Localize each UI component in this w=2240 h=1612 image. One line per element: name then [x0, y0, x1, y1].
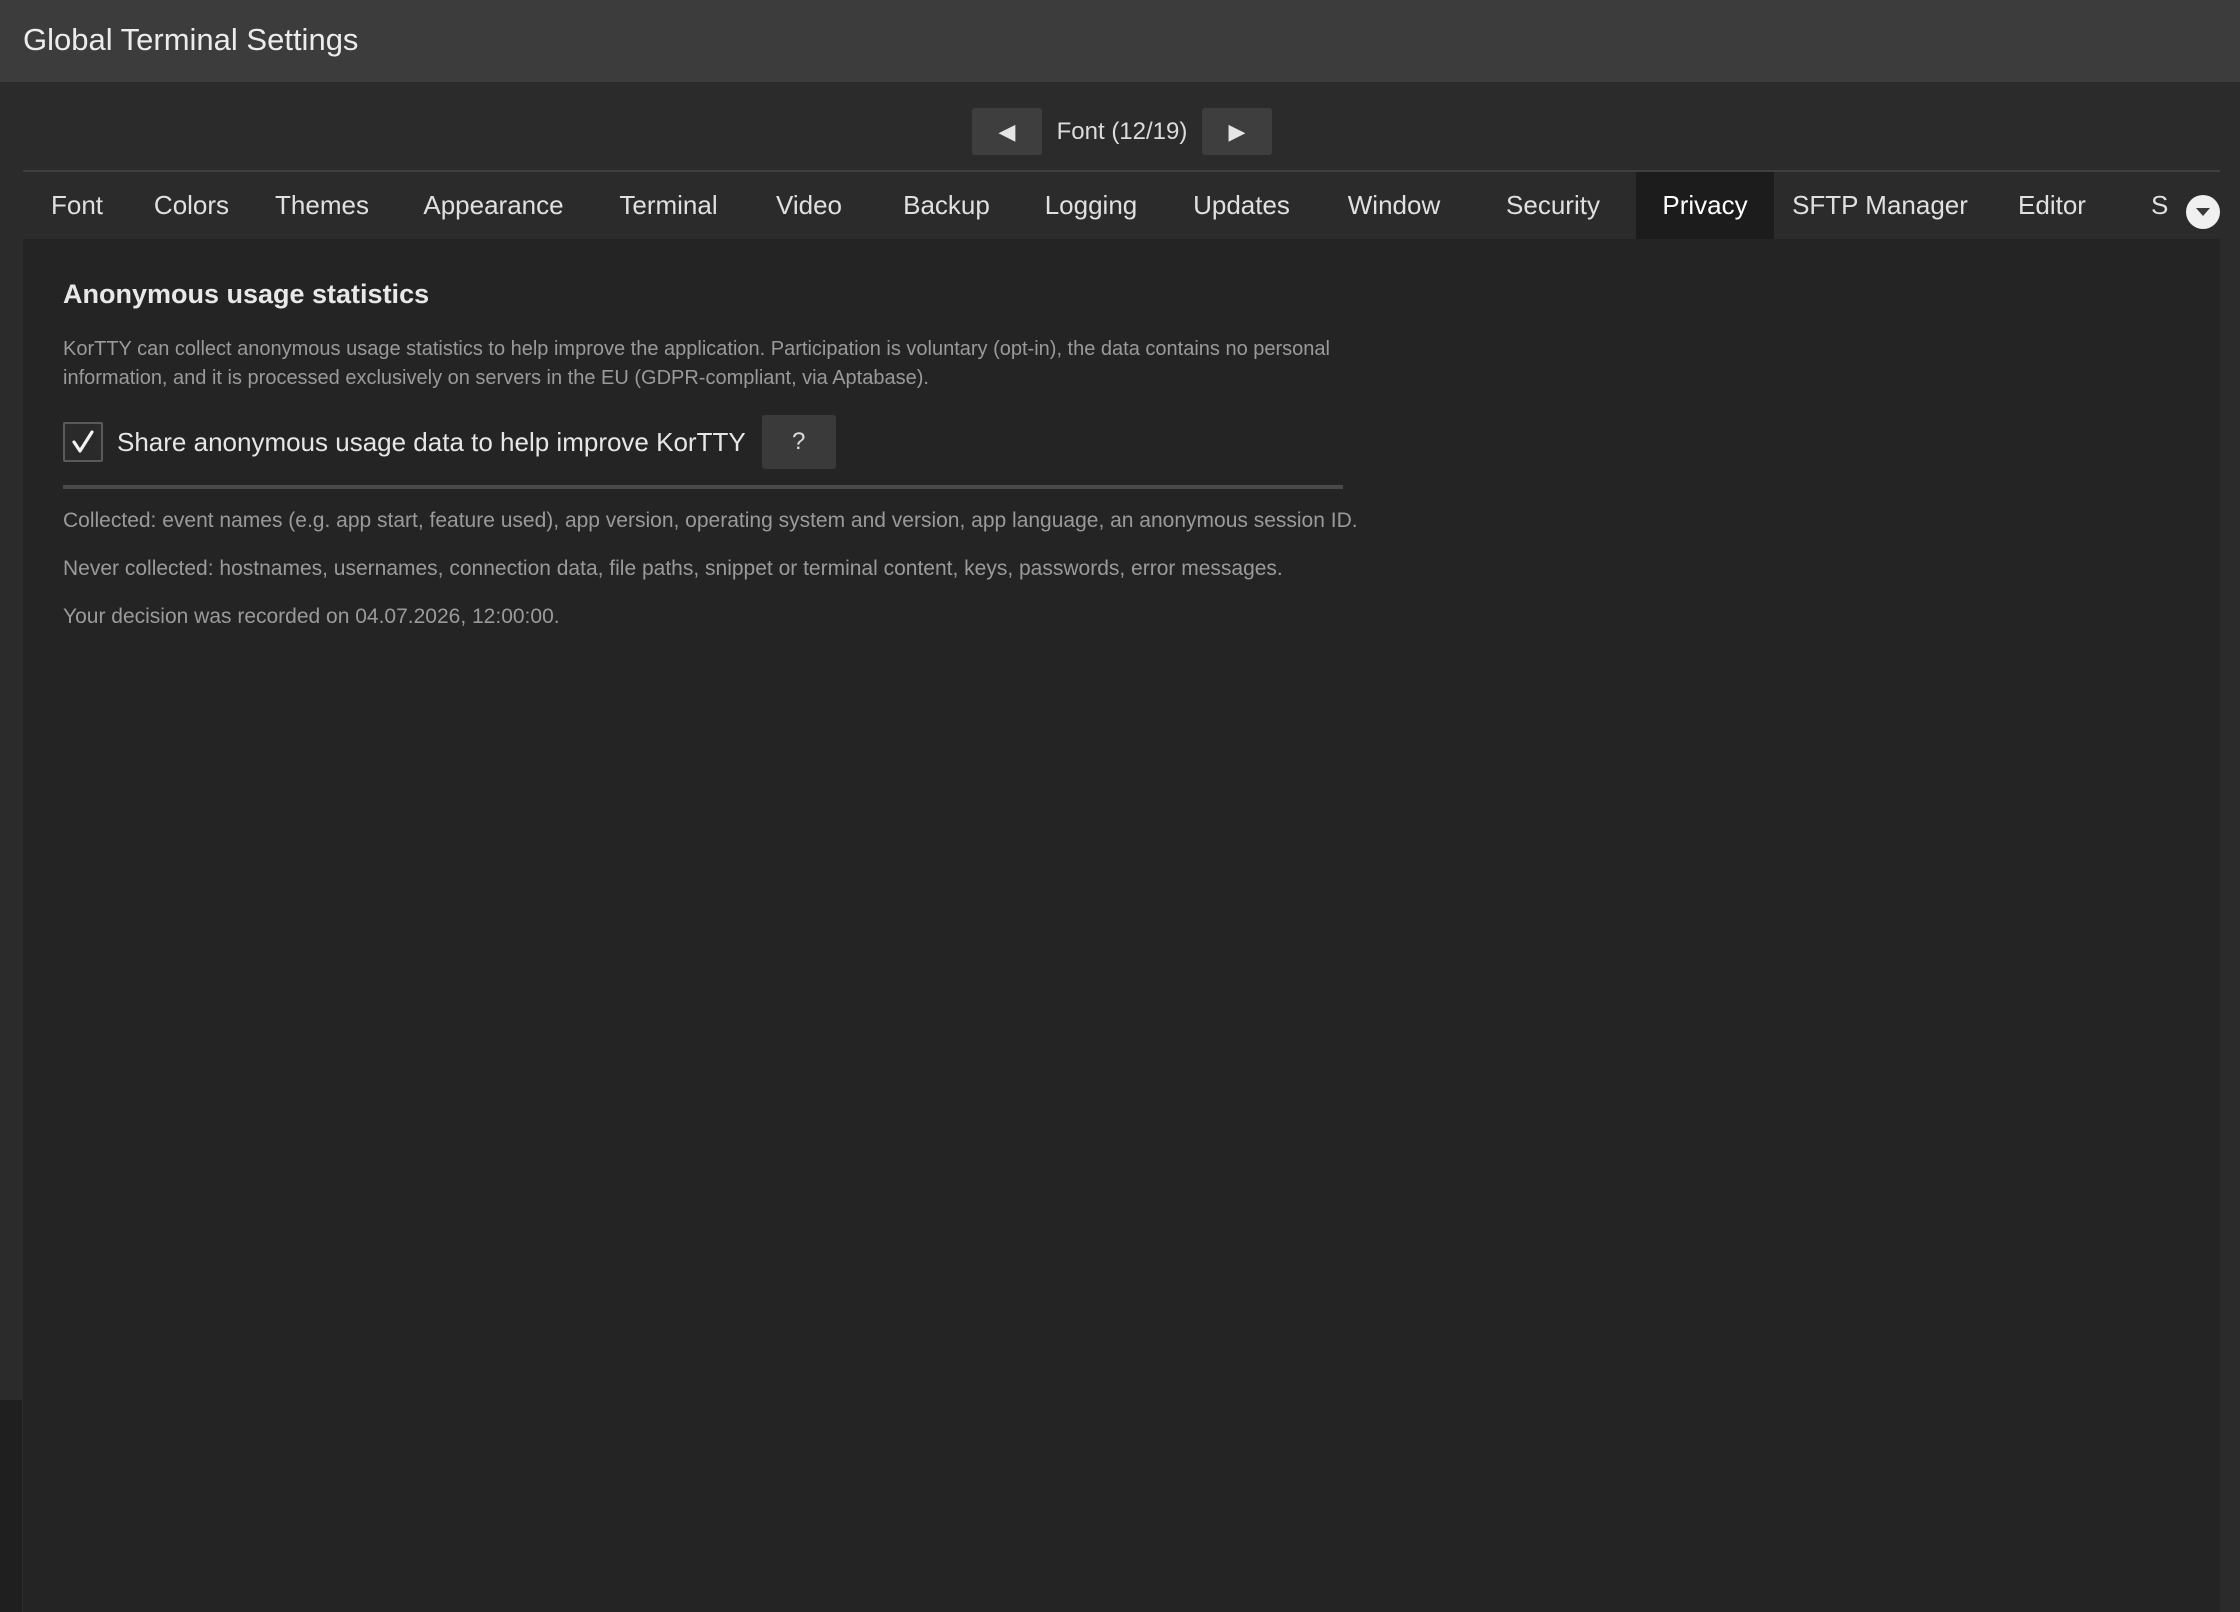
never-collected-info: Never collected: hostnames, usernames, c… [63, 557, 1283, 580]
tab-video[interactable]: Video [742, 172, 876, 239]
tab-bar: Font Colors Themes Appearance Terminal V… [23, 172, 2220, 239]
next-category-button[interactable]: ▶ [1202, 108, 1272, 155]
share-usage-checkbox[interactable] [63, 422, 103, 462]
arrow-right-icon: ▶ [1228, 118, 1246, 144]
tab-backup[interactable]: Backup [876, 172, 1017, 239]
tab-security[interactable]: Security [1470, 172, 1636, 239]
tab-terminal[interactable]: Terminal [595, 172, 742, 239]
tab-font[interactable]: Font [23, 172, 131, 239]
tab-privacy[interactable]: Privacy [1636, 172, 1774, 239]
tab-overflow-button[interactable] [2186, 195, 2220, 229]
tab-appearance[interactable]: Appearance [392, 172, 595, 239]
share-usage-label: Share anonymous usage data to help impro… [117, 426, 746, 457]
section-title: Anonymous usage statistics [63, 279, 430, 309]
arrow-left-icon: ◀ [998, 118, 1016, 144]
category-pager: ◀ Font (12/19) ▶ [972, 108, 1272, 155]
previous-category-button[interactable]: ◀ [972, 108, 1042, 155]
privacy-panel: Anonymous usage statistics KorTTY can co… [23, 239, 2220, 1612]
privacy-description: KorTTY can collect anonymous usage stati… [63, 338, 1330, 389]
section-divider [63, 485, 1343, 489]
decision-info: Your decision was recorded on 04.07.2026… [63, 605, 560, 628]
consent-row: Share anonymous usage data to help impro… [63, 414, 836, 470]
window-title: Global Terminal Settings [23, 22, 359, 57]
tab-window[interactable]: Window [1318, 172, 1470, 239]
tab-logging[interactable]: Logging [1017, 172, 1165, 239]
help-button[interactable]: ? [761, 415, 836, 469]
window-titlebar: Global Terminal Settings [0, 0, 2240, 82]
tab-colors[interactable]: Colors [131, 172, 252, 239]
tab-updates[interactable]: Updates [1165, 172, 1318, 239]
tab-editor[interactable]: Editor [1986, 172, 2118, 239]
tab-sftp-manager[interactable]: SFTP Manager [1774, 172, 1986, 239]
pager-label: Font (12/19) [1056, 117, 1188, 145]
chevron-down-icon [2196, 208, 2210, 216]
tab-truncated[interactable]: S [2118, 172, 2178, 239]
collected-info: Collected: event names (e.g. app start, … [63, 509, 1358, 532]
bottom-strip [0, 1400, 22, 1612]
checkmark-icon [72, 430, 94, 453]
tab-themes[interactable]: Themes [252, 172, 392, 239]
